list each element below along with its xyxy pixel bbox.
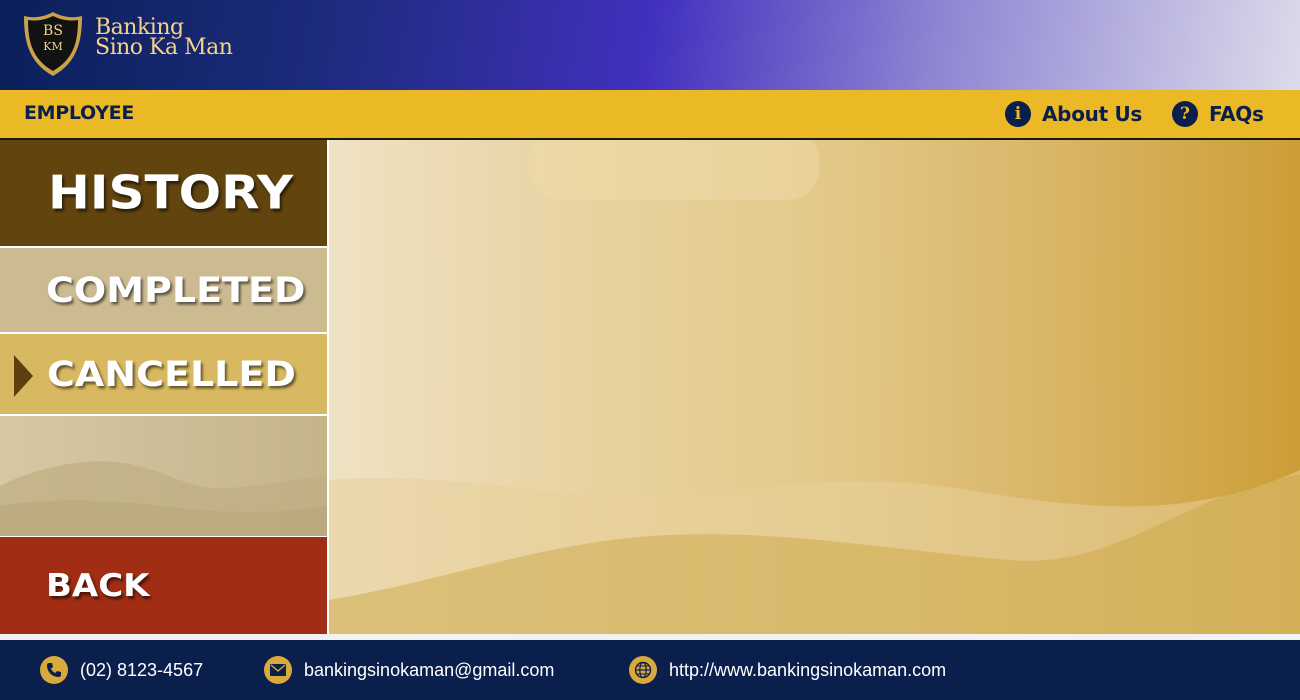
app-header: BS KM Banking Sino Ka Man: [0, 0, 1300, 90]
about-us-link[interactable]: i About Us: [1005, 99, 1142, 129]
about-us-label: About Us: [1042, 102, 1143, 126]
faqs-link[interactable]: ? FAQs: [1172, 99, 1264, 129]
sidebar-item-label: COMPLETED: [46, 269, 306, 311]
sidebar-title: HISTORY: [0, 140, 327, 246]
logo-monogram-top: BS: [43, 23, 63, 39]
logo-monogram-bottom: KM: [43, 40, 62, 53]
sidebar-item-completed[interactable]: COMPLETED: [0, 248, 327, 332]
history-sidebar: HISTORY COMPLETED CANCELLED BACK: [0, 140, 328, 635]
sidebar-hills-decoration: [0, 461, 327, 536]
top-nav-bar: EMPLOYEE i About Us ? FAQs: [0, 90, 1300, 140]
footer-phone-text: (02) 8123-4567: [80, 659, 204, 680]
sidebar-item-label: CANCELLED: [47, 353, 296, 395]
faqs-label: FAQs: [1209, 102, 1264, 126]
bank-logo-icon: BS KM: [24, 12, 82, 76]
globe-icon: [629, 656, 657, 684]
sidebar-decorative-panel: [0, 416, 327, 536]
brand-name: Banking Sino Ka Man: [95, 17, 233, 60]
footer-email[interactable]: bankingsinokaman@gmail.com: [264, 655, 554, 685]
content-background-waves: [329, 140, 1300, 634]
info-icon: i: [1005, 101, 1031, 127]
sidebar-item-cancelled[interactable]: CANCELLED: [0, 334, 327, 414]
active-indicator-arrow-icon: [14, 355, 33, 397]
footer-email-text: bankingsinokaman@gmail.com: [304, 659, 555, 680]
brand-name-line2: Sino Ka Man: [95, 35, 233, 60]
back-button-label: BACK: [46, 567, 150, 604]
mail-icon: [264, 656, 292, 684]
footer-website[interactable]: http://www.bankingsinokaman.com: [629, 655, 946, 685]
back-button[interactable]: BACK: [0, 537, 327, 634]
main-content-area: [329, 140, 1300, 634]
contact-footer: (02) 8123-4567 bankingsinokaman@gmail.co…: [0, 640, 1300, 700]
phone-icon: [40, 656, 68, 684]
footer-phone[interactable]: (02) 8123-4567: [40, 655, 203, 685]
role-label: EMPLOYEE: [24, 102, 135, 124]
question-icon: ?: [1172, 101, 1198, 127]
sidebar-title-text: HISTORY: [48, 166, 294, 220]
footer-website-text: http://www.bankingsinokaman.com: [669, 659, 947, 680]
